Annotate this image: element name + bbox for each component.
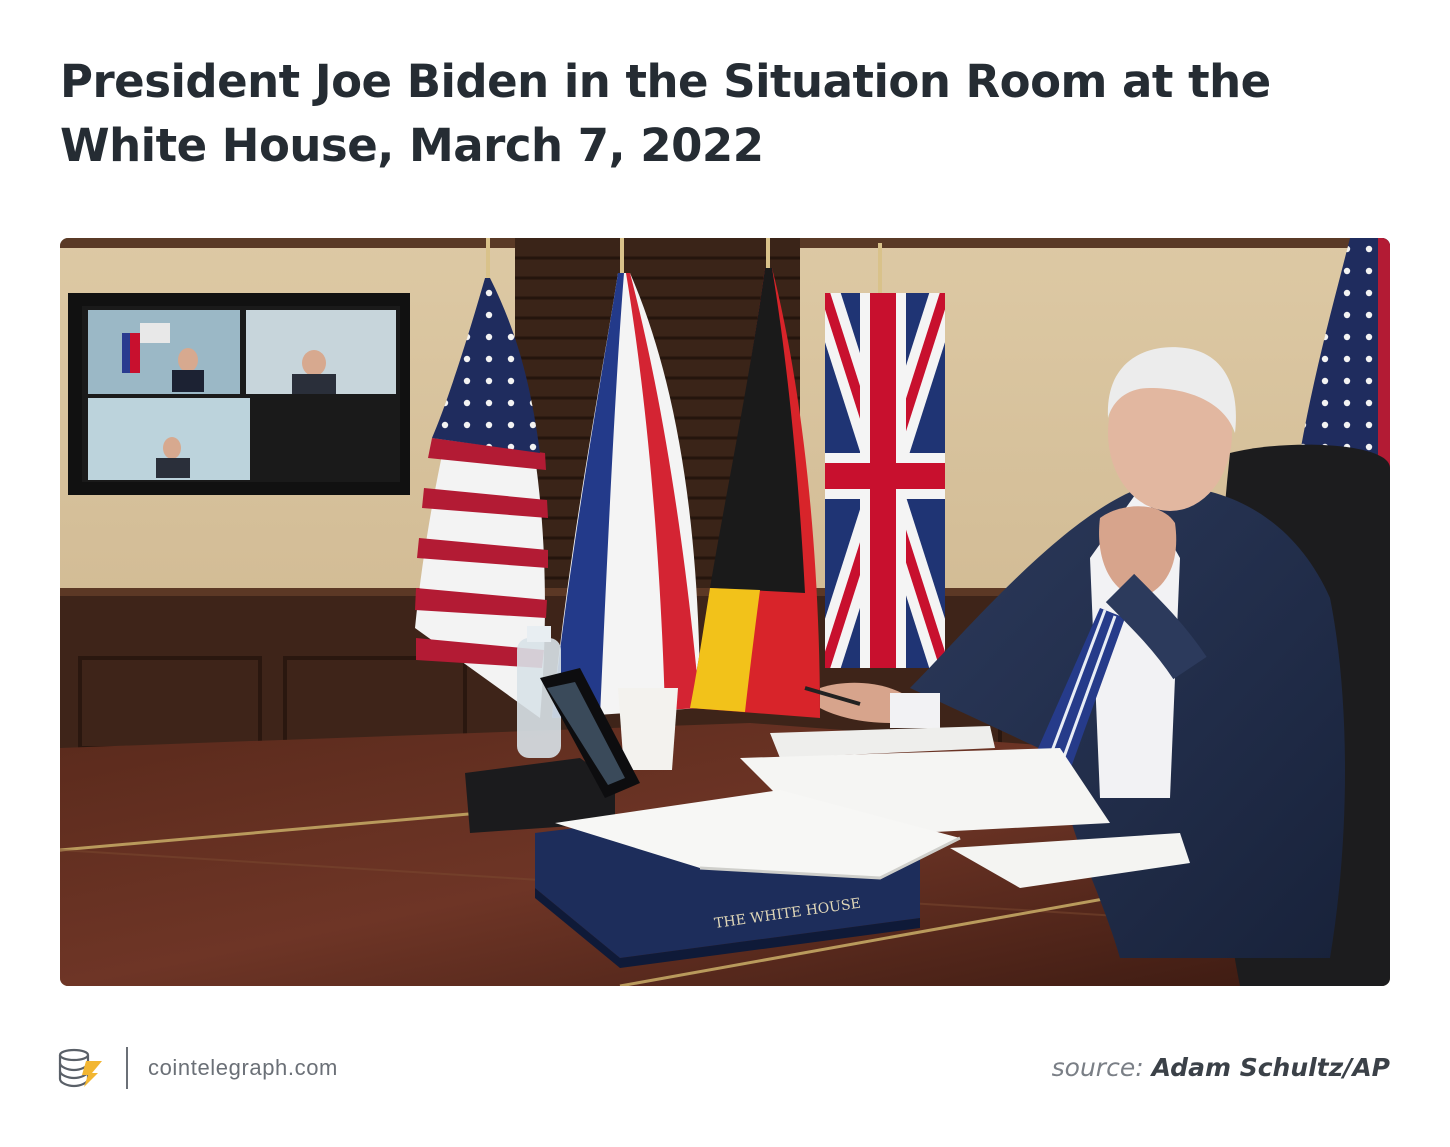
footer-brand: cointelegraph.com	[58, 1046, 338, 1090]
page-title: President Joe Biden in the Situation Roo…	[60, 55, 1271, 172]
footer-divider	[126, 1047, 128, 1089]
brand-text[interactable]: cointelegraph.com	[148, 1055, 338, 1081]
situation-room-photo: THE WHITE HOUSE	[60, 238, 1390, 986]
source-label: source:	[1051, 1053, 1144, 1082]
source-value: Adam Schultz/AP	[1151, 1053, 1390, 1082]
cointelegraph-logo-icon	[58, 1048, 102, 1088]
photo-credit: source: Adam Schultz/AP	[1052, 1050, 1390, 1086]
